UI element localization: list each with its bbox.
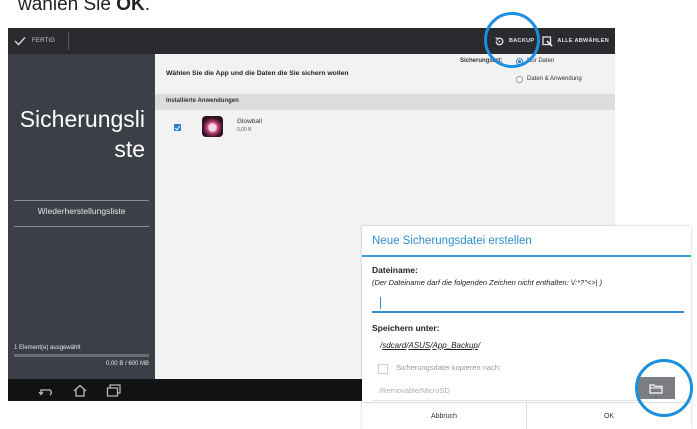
app-size: 0,00 B	[237, 127, 252, 133]
app-name: Glowball	[237, 118, 262, 125]
copy-path-underline	[372, 400, 640, 401]
home-icon[interactable]	[72, 384, 88, 397]
sidebar-title: Sicherungsli ste	[19, 106, 145, 162]
deselect-all-button[interactable]: ALLE ABWÄHLEN	[542, 35, 609, 47]
radio-data-and-app-label: Daten & Anwendung	[527, 76, 582, 82]
filename-note: (Der Dateiname darf die folgenden Zeiche…	[372, 278, 603, 287]
storage-usage: 0,00 B / 600 MB	[105, 361, 149, 367]
radio-data-only[interactable]	[516, 58, 523, 65]
browse-folder-button[interactable]	[637, 377, 675, 399]
copy-destination-path: /Removable/MicroSD	[379, 386, 450, 395]
selection-status: 1 Element(e) ausgewählt	[14, 345, 81, 351]
deselect-all-label: ALLE ABWÄHLEN	[557, 38, 609, 44]
save-under-label: Speichern unter:	[372, 323, 440, 333]
restore-list-link[interactable]: Wiederherstellungsliste	[8, 206, 155, 216]
action-bar: FERTIG BACKUP ALLE ABWÄHLEN	[8, 28, 615, 54]
folder-icon	[649, 383, 663, 394]
done-label: FERTIG	[32, 38, 56, 44]
copy-backup-checkbox[interactable]	[378, 364, 388, 374]
input-underline	[372, 311, 684, 313]
glowball-app-icon	[202, 116, 223, 137]
storage-progress-bar	[14, 354, 149, 357]
radio-data-and-app[interactable]	[516, 76, 523, 83]
select-all-icon	[542, 35, 553, 47]
check-icon	[14, 37, 26, 46]
select-apps-prompt: Wählen Sie die App und die Daten die Sie…	[166, 70, 349, 77]
text-cursor	[380, 297, 381, 309]
backup-label: BACKUP	[509, 38, 535, 44]
done-button[interactable]: FERTIG	[14, 28, 55, 54]
sidebar-divider	[14, 200, 149, 201]
sidebar-divider	[14, 226, 149, 227]
filename-label: Dateiname:	[372, 265, 418, 275]
app-checkbox[interactable]	[174, 124, 181, 131]
dialog-title: Neue Sicherungsdatei erstellen	[372, 235, 532, 247]
copy-backup-label: Sicherungsdatei kopieren nach:	[396, 363, 502, 372]
new-backup-dialog: Neue Sicherungsdatei erstellen Dateiname…	[362, 226, 691, 429]
filename-input[interactable]	[372, 294, 684, 313]
backup-type-label: Sicherungsart:	[460, 58, 503, 64]
dialog-button-bar: Abbruch OK	[362, 402, 691, 429]
action-bar-divider	[68, 32, 69, 50]
recent-apps-icon[interactable]	[106, 383, 122, 397]
sidebar: Sicherungsli ste Wiederherstellungsliste …	[8, 54, 155, 379]
cancel-button[interactable]: Abbruch	[362, 403, 527, 429]
backup-button[interactable]: BACKUP	[494, 36, 534, 47]
save-path: /sdcard/ASUS/App_Backup/	[380, 341, 481, 350]
installed-apps-header: Installierte Anwendungen	[155, 94, 615, 110]
back-icon[interactable]	[38, 384, 54, 396]
dialog-title-divider	[362, 255, 691, 257]
radio-data-only-label: Nur Daten	[527, 58, 555, 64]
instruction-text: wählen Sie OK.	[18, 0, 151, 15]
ok-button[interactable]: OK	[527, 403, 691, 429]
backup-restore-icon	[495, 36, 504, 45]
